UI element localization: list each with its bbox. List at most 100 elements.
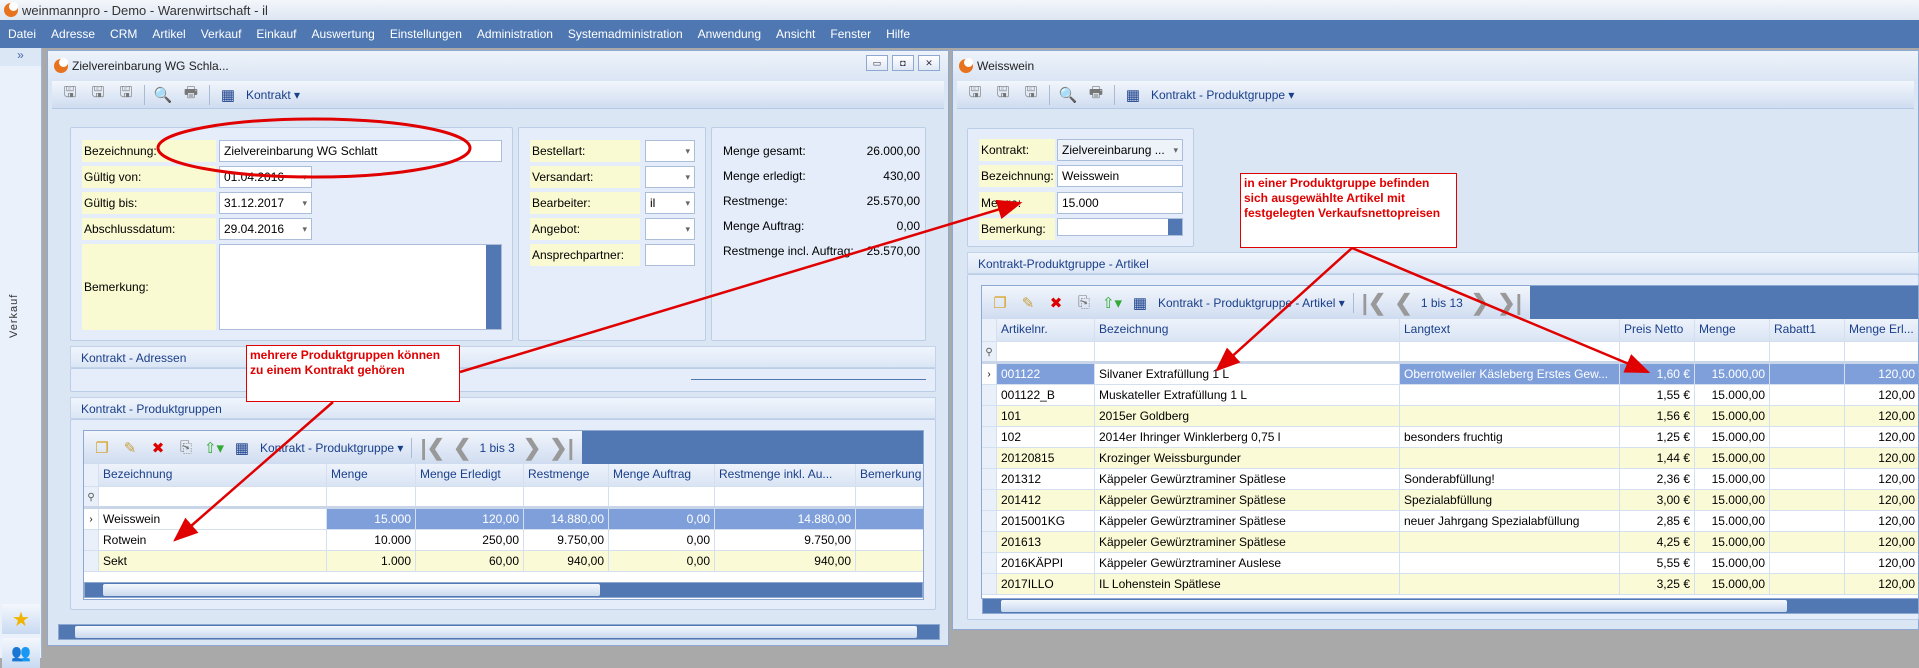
gueltig-bis-date[interactable]: 31.12.2017 (219, 192, 312, 214)
bezeichnung-input[interactable]: Zielvereinbarung WG Schlatt (219, 140, 502, 162)
maximize-button[interactable]: ◘ (892, 55, 914, 71)
menge-input[interactable]: 15.000 (1057, 192, 1183, 214)
print-preview-icon[interactable]: 🔍 (153, 85, 173, 105)
grid-view-selector[interactable]: Kontrakt - Produktgruppe - Artikel ▾ (1158, 296, 1345, 310)
column-header[interactable]: Artikelnr. (997, 319, 1095, 341)
column-header[interactable]: Menge Auftrag (609, 464, 715, 486)
table-row[interactable]: Rotwein 10.000 250,00 9.750,00 0,00 9.750,00 (84, 530, 923, 551)
ansprechpartner-input[interactable] (645, 244, 695, 266)
new-record-icon[interactable]: ❐ (92, 438, 112, 458)
produktgruppen-grid-scrollbar[interactable] (84, 582, 923, 598)
versandart-select[interactable] (645, 166, 695, 188)
column-header[interactable]: Bemerkung (856, 464, 923, 486)
minimize-button[interactable]: ▭ (866, 55, 888, 71)
column-header[interactable]: Bezeichnung (1095, 319, 1400, 341)
first-page-icon[interactable]: |❮ (420, 435, 445, 461)
contacts-icon[interactable]: 👥 (2, 638, 40, 668)
table-row[interactable]: 2016KÄPPI Käppeler Gewürztraminer Auslese… (982, 553, 1918, 574)
copy-record-icon[interactable]: ⎘ (1074, 293, 1094, 313)
printer-icon[interactable]: 🖶 (181, 84, 201, 105)
sidebar-expand-button[interactable]: » (0, 48, 41, 66)
menu-item[interactable]: Auswertung (311, 27, 374, 41)
bestellart-select[interactable] (645, 140, 695, 162)
view-selector[interactable]: Kontrakt ▾ (246, 88, 300, 102)
last-page-icon[interactable]: ❯| (549, 435, 574, 461)
table-row[interactable]: 2015001KG Käppeler Gewürztraminer Spätles… (982, 511, 1918, 532)
abschlussdatum-date[interactable]: 29.04.2016 (219, 218, 312, 240)
filter-cell[interactable] (1620, 342, 1695, 361)
table-row[interactable]: Sekt 1.000 60,00 940,00 0,00 940,00 (84, 551, 923, 572)
next-page-icon[interactable]: ❯ (1471, 290, 1489, 316)
edit-record-icon[interactable]: ✎ (1018, 293, 1038, 313)
next-page-icon[interactable]: ❯ (523, 435, 541, 461)
bemerkung-input[interactable] (1057, 218, 1183, 236)
filter-cell[interactable] (416, 487, 524, 506)
menu-item[interactable]: Administration (477, 27, 553, 41)
last-page-icon[interactable]: ❯| (1497, 290, 1522, 316)
column-header[interactable]: Menge (327, 464, 416, 486)
table-row[interactable]: › 001122 Silvaner Extrafüllung 1 L Oberrotw… (982, 364, 1918, 385)
bemerkung-scrollbar[interactable] (486, 245, 501, 329)
save-icon[interactable]: 🖫 (116, 84, 136, 105)
delete-record-icon[interactable]: ✖ (148, 438, 168, 458)
angebot-select[interactable] (645, 218, 695, 240)
table-row[interactable]: 201412 Käppeler Gewürztraminer Spätlese Sp… (982, 490, 1918, 511)
grid-view-selector[interactable]: Kontrakt - Produktgruppe ▾ (260, 441, 403, 455)
menu-item[interactable]: Anwendung (698, 27, 761, 41)
column-header[interactable]: Menge Erledigt (416, 464, 524, 486)
gueltig-von-date[interactable]: 01.04.2016 (219, 166, 312, 188)
menu-item[interactable]: Fenster (830, 27, 871, 41)
copy-record-icon[interactable]: ⎘ (176, 438, 196, 458)
column-header[interactable]: Preis Netto (1620, 319, 1695, 341)
save-icon[interactable]: 🖫 (1021, 84, 1041, 105)
filter-cell[interactable] (997, 342, 1095, 361)
filter-icon[interactable]: ⚲ (982, 342, 997, 361)
prev-page-icon[interactable]: ❮ (1394, 290, 1412, 316)
bearbeiter-select[interactable]: il (645, 192, 695, 214)
first-page-icon[interactable]: |❮ (1362, 290, 1387, 316)
filter-cell[interactable] (1400, 342, 1620, 361)
filter-cell[interactable] (1695, 342, 1770, 361)
filter-cell[interactable] (1095, 342, 1400, 361)
artikel-section-header[interactable]: Kontrakt-Produktgruppe - Artikel (967, 252, 1919, 274)
menu-item[interactable]: Ansicht (776, 27, 815, 41)
table-row[interactable]: 2017ILLO IL Lohenstein Spätlese 3,25 €15.0… (982, 574, 1918, 595)
delete-record-icon[interactable]: ✖ (1046, 293, 1066, 313)
column-header[interactable]: Menge Erl... (1845, 319, 1918, 341)
menu-item[interactable]: CRM (110, 27, 137, 41)
filter-cell[interactable] (524, 487, 609, 506)
filter-icon[interactable]: ⚲ (84, 487, 99, 506)
menu-item[interactable]: Einkauf (256, 27, 296, 41)
table-row[interactable]: 101 2015er Goldberg 1,56 €15.000,00 120,00 (982, 406, 1918, 427)
column-header[interactable]: Rabatt1 (1770, 319, 1845, 341)
table-row[interactable]: 001122_B Muskateller Extrafüllung 1 L 1,55… (982, 385, 1918, 406)
table-row[interactable]: 201312 Käppeler Gewürztraminer Spätlese So… (982, 469, 1918, 490)
bezeichnung-input[interactable]: Weisswein (1057, 165, 1183, 187)
kontrakt-select[interactable]: Zielvereinbarung ... (1057, 139, 1183, 161)
produktgruppen-section-header[interactable]: Kontrakt - Produktgruppen (70, 397, 936, 419)
filter-cell[interactable] (1770, 342, 1845, 361)
column-header[interactable]: Restmenge inkl. Au... (715, 464, 856, 486)
edit-record-icon[interactable]: ✎ (120, 438, 140, 458)
filter-cell[interactable] (99, 487, 327, 506)
column-header[interactable]: Langtext (1400, 319, 1620, 341)
bemerkung-textarea[interactable] (219, 244, 502, 330)
table-row[interactable]: › Weisswein 15.000 120,00 14.880,00 0,00 14.88… (84, 509, 923, 530)
filter-cell[interactable] (1845, 342, 1918, 361)
table-row[interactable]: 201613 Käppeler Gewürztraminer Spätlese 4,… (982, 532, 1918, 553)
menu-item[interactable]: Verkauf (201, 27, 242, 41)
menu-item[interactable]: Hilfe (886, 27, 910, 41)
prev-page-icon[interactable]: ❮ (453, 435, 471, 461)
save-check-icon[interactable]: 🖫 (965, 84, 985, 105)
favorites-star-icon[interactable]: ★ (2, 604, 40, 634)
save-copy-icon[interactable]: 🖫 (993, 84, 1013, 105)
save-check-icon[interactable]: 🖫 (60, 84, 80, 105)
close-button[interactable]: ✕ (918, 55, 940, 71)
menu-item[interactable]: Einstellungen (390, 27, 462, 41)
filter-cell[interactable] (856, 487, 923, 506)
column-header[interactable]: Bezeichnung (99, 464, 327, 486)
export-icon[interactable]: ⇧▾ (204, 438, 224, 458)
table-row[interactable]: 102 2014er Ihringer Winklerberg 0,75 l bes… (982, 427, 1918, 448)
menu-item[interactable]: Datei (8, 27, 36, 41)
print-preview-icon[interactable]: 🔍 (1058, 85, 1078, 105)
